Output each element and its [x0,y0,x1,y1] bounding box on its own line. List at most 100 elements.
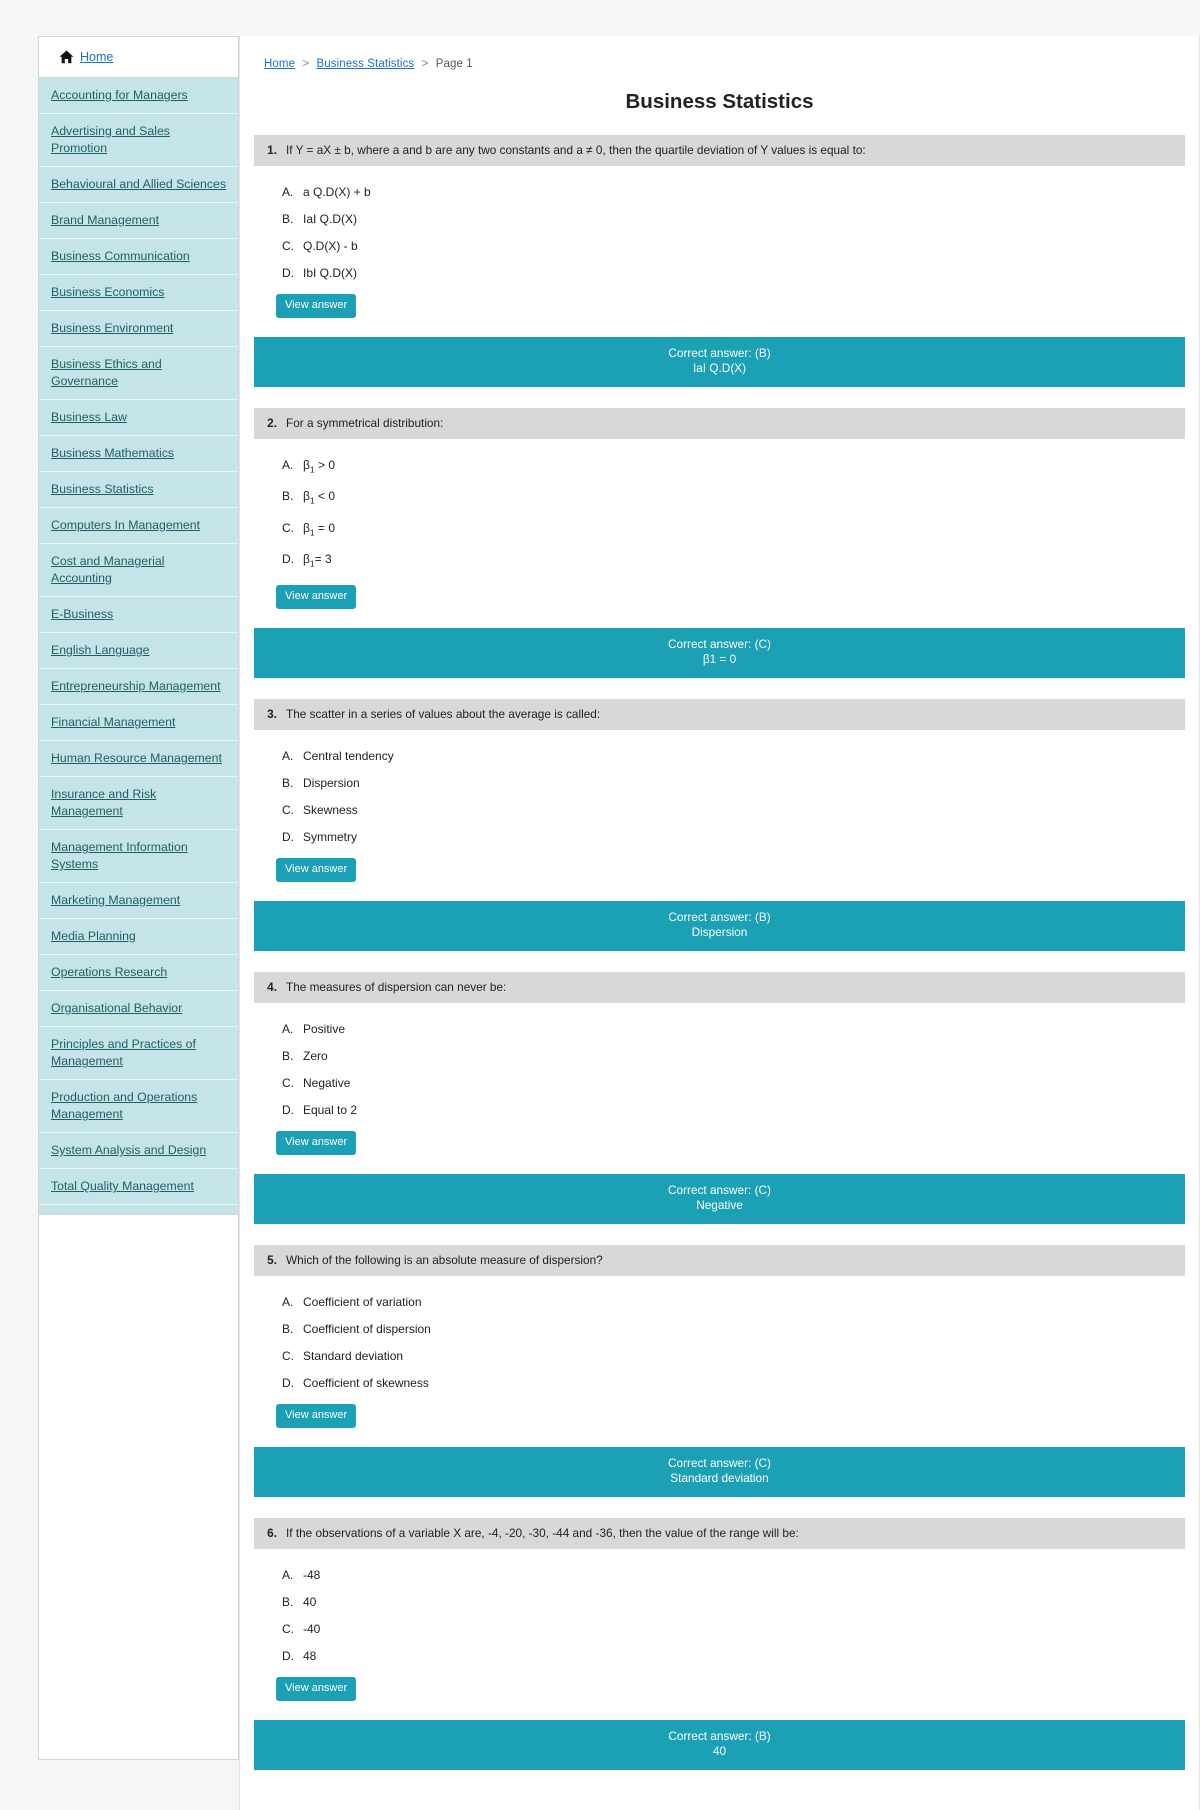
sidebar-item-label[interactable]: E-Business [51,606,113,623]
sidebar-item-label[interactable]: Business Law [51,409,127,426]
option-label: A. [282,1294,294,1309]
sidebar-item[interactable]: Total Quality Management [39,1169,238,1205]
sidebar-item[interactable]: Business Mathematics [39,436,238,472]
sidebar-item[interactable]: Management Information Systems [39,830,238,883]
view-answer-button[interactable]: View answer [276,294,357,318]
option-row[interactable]: D. Symmetry [282,825,1185,852]
view-answer-button[interactable]: View answer [276,1130,357,1155]
option-row[interactable]: C. Negative [282,1071,1185,1098]
sidebar-item-label[interactable]: Advertising and Sales Promotion [51,123,228,157]
sidebar-item-label[interactable]: Computers In Management [51,517,200,534]
breadcrumb-section-link[interactable]: Business Statistics [317,58,415,70]
option-row[interactable]: C. Q.D(X) - b [282,234,1185,261]
sidebar-item[interactable]: Business Economics [39,275,238,311]
sidebar-item[interactable]: Marketing Management [39,883,238,919]
sidebar-item-label[interactable]: Production and Operations Management [51,1089,228,1123]
sidebar-item[interactable]: Business Statistics [39,472,238,508]
breadcrumb-home-link[interactable]: Home [264,58,295,70]
option-list: A. β1 > 0 B. β1 < 0 C. β1 = 0 D. β1= 3 [254,439,1185,579]
option-row[interactable]: C. Skewness [282,798,1185,825]
option-row[interactable]: B. Coefficient of dispersion [282,1317,1185,1344]
sidebar-item[interactable]: Business Environment [39,311,238,347]
option-text: β1= 3 [303,551,332,571]
question-header: 1. If Y = aX ± b, where a and b are any t… [254,135,1185,166]
sidebar-item-label[interactable]: Operations Research [51,964,167,981]
sidebar-item[interactable]: Media Planning [39,919,238,955]
sidebar-item-label[interactable]: Business Communication [51,248,190,265]
sidebar-item[interactable]: Insurance and Risk Management [39,777,238,830]
sidebar-item[interactable]: Production and Operations Management [39,1080,238,1133]
option-label: B. [282,1594,294,1609]
sidebar-item-label[interactable]: Entrepreneurship Management [51,678,221,695]
option-row[interactable]: A. Positive [282,1017,1185,1044]
question-number: 4. [267,979,277,994]
option-row[interactable]: D. Equal to 2 [282,1098,1185,1125]
option-row[interactable]: B. Zero [282,1044,1185,1071]
sidebar-item[interactable]: Human Resource Management [39,741,238,777]
sidebar-item[interactable]: Business Communication [39,239,238,275]
sidebar-item[interactable]: English Language [39,633,238,669]
view-answer-button[interactable]: View answer [276,1403,357,1428]
sidebar-item[interactable]: Organisational Behavior [39,991,238,1027]
sidebar-item[interactable]: Computers In Management [39,508,238,544]
sidebar-item-label[interactable]: Business Ethics and Governance [51,356,228,390]
sidebar-item-label[interactable]: Cost and Managerial Accounting [51,553,228,587]
sidebar-item-label[interactable]: Total Quality Management [51,1178,194,1195]
sidebar-item-label[interactable]: Principles and Practices of Management [51,1036,228,1070]
option-label: B. [282,212,294,226]
sidebar-item[interactable]: Cost and Managerial Accounting [39,544,238,597]
option-row[interactable]: B. β1 < 0 [282,484,1185,515]
option-row[interactable]: B. IaI Q.D(X) [282,207,1185,234]
sidebar-item[interactable]: Business Ethics and Governance [39,347,238,400]
option-row[interactable]: A. β1 > 0 [282,453,1185,484]
sidebar-item-label[interactable]: System Analysis and Design [51,1142,206,1159]
option-text: Standard deviation [303,1348,404,1363]
sidebar-item-label[interactable]: Behavioural and Allied Sciences [51,176,226,193]
sidebar-item-label[interactable]: English Language [51,642,149,659]
sidebar-item[interactable]: Accounting for Managers [39,78,238,114]
option-row[interactable]: D. IbI Q.D(X) [282,261,1185,288]
option-row[interactable]: A. a Q.D(X) + b [282,180,1185,207]
option-row[interactable]: A. -48 [282,1563,1185,1590]
sidebar-item-label[interactable]: Brand Management [51,212,159,229]
option-row[interactable]: B. 40 [282,1590,1185,1617]
option-row[interactable]: D. Coefficient of skewness [282,1371,1185,1398]
sidebar-item[interactable]: Advertising and Sales Promotion [39,114,238,167]
option-row[interactable]: D. β1= 3 [282,547,1185,578]
correct-answer-text: Dispersion [691,924,748,939]
sidebar-item-label[interactable]: Media Planning [51,928,136,945]
home-link[interactable]: Home [80,50,113,64]
sidebar-item[interactable]: Financial Management [39,705,238,741]
sidebar-item[interactable]: Business Law [39,400,238,436]
sidebar-item-label[interactable]: Human Resource Management [51,750,222,767]
sidebar-item-label[interactable]: Financial Management [51,714,175,731]
sidebar-item[interactable]: Operations Research [39,955,238,991]
sidebar-item[interactable]: Entrepreneurship Management [39,669,238,705]
sidebar-item[interactable]: System Analysis and Design [39,1133,238,1169]
sidebar-item-label[interactable]: Management Information Systems [51,839,228,873]
sidebar-item-home[interactable]: Home [39,37,238,78]
view-answer-button[interactable]: View answer [276,584,357,609]
sidebar-item-label[interactable]: Business Statistics [51,481,154,498]
sidebar-item[interactable]: Principles and Practices of Management [39,1027,238,1080]
page-title: Business Statistics [625,90,814,113]
option-row[interactable]: C. -40 [282,1617,1185,1644]
option-row[interactable]: B. Dispersion [282,771,1185,798]
sidebar-item[interactable]: Brand Management [39,203,238,239]
sidebar-item-label[interactable]: Business Mathematics [51,445,174,462]
sidebar-item-label[interactable]: Marketing Management [51,892,180,909]
option-row[interactable]: A. Coefficient of variation [282,1290,1185,1317]
sidebar-item-label[interactable]: Business Environment [51,320,173,337]
sidebar-item-label[interactable]: Accounting for Managers [51,87,188,104]
sidebar-item[interactable]: E-Business [39,597,238,633]
option-row[interactable]: C. Standard deviation [282,1344,1185,1371]
sidebar-item-label[interactable]: Insurance and Risk Management [51,786,228,820]
option-row[interactable]: D. 48 [282,1644,1185,1671]
sidebar-item[interactable]: Behavioural and Allied Sciences [39,167,238,203]
sidebar-item-label[interactable]: Business Economics [51,284,164,301]
sidebar-item-label[interactable]: Organisational Behavior [51,1000,182,1017]
option-row[interactable]: A. Central tendency [282,744,1185,771]
view-answer-button[interactable]: View answer [276,857,357,882]
option-text: a Q.D(X) + b [303,185,371,199]
option-row[interactable]: C. β1 = 0 [282,516,1185,547]
